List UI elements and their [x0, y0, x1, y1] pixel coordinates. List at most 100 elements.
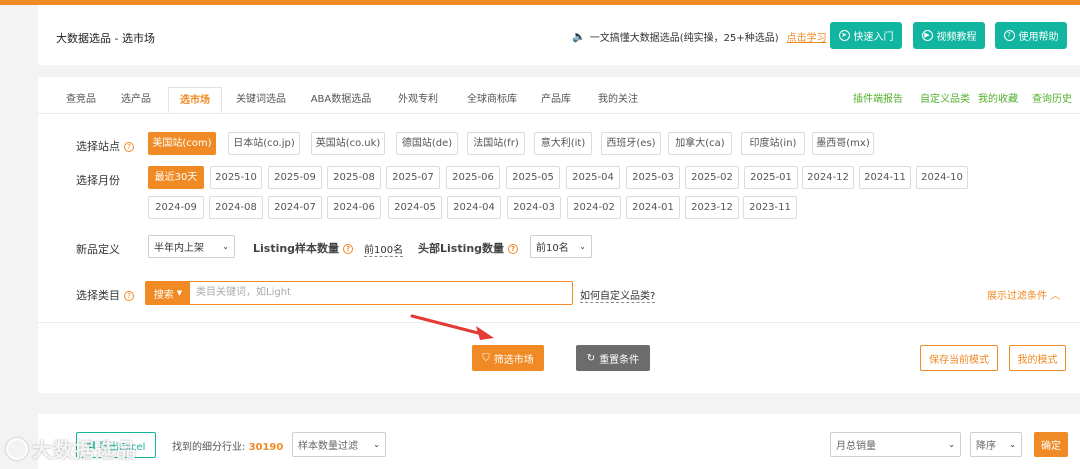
month-chip[interactable]: 2024-06: [327, 196, 381, 219]
filter-icon: ⛉: [482, 352, 490, 364]
month-chip[interactable]: 2025-10: [210, 166, 262, 189]
notice-banner: 🔈 一文搞懂大数据选品(纯实操，25+种选品) 点击学习: [572, 29, 827, 44]
month-chip[interactable]: 2024-08: [209, 196, 263, 219]
month-chip[interactable]: 2024-12: [802, 166, 854, 189]
filter-panel: 查竞品 选产品 选市场 关键词选品 ABA数据选品 外观专利 全球商标库 产品库…: [38, 77, 1080, 393]
watermark: 大数据选品: [6, 434, 137, 463]
compass-icon: ➤: [838, 30, 850, 41]
sort-field-select[interactable]: 月总销量 ⌄: [830, 432, 961, 457]
tab-design-patent[interactable]: 外观专利: [393, 87, 443, 113]
chevron-down-icon: ⌄: [948, 440, 955, 449]
site-chip[interactable]: 意大利(it): [534, 132, 592, 155]
month-chip[interactable]: 2025-07: [386, 166, 440, 189]
filter-market-button[interactable]: ⛉ 筛选市场: [472, 345, 544, 371]
month-chip[interactable]: 2024-04: [447, 196, 501, 219]
notice-learn-link[interactable]: 点击学习: [787, 29, 827, 44]
listing-sample-label: Listing样本数量?: [253, 240, 354, 256]
chevron-down-icon: ⌄: [373, 440, 380, 449]
play-icon: ▶: [921, 30, 933, 41]
found-count-text: 找到的细分行业: 30190: [172, 442, 284, 453]
help-button[interactable]: ? 使用帮助: [995, 22, 1067, 49]
month-chip[interactable]: 2024-09: [148, 196, 204, 219]
expand-filters-toggle[interactable]: 展示过滤条件 ︿: [987, 287, 1060, 302]
watermark-logo-icon: [6, 437, 28, 460]
confirm-button[interactable]: 确定: [1034, 432, 1068, 457]
help-icon: ?: [343, 244, 354, 254]
site-chip[interactable]: 墨西哥(mx): [812, 132, 874, 155]
my-favorites-link[interactable]: 我的收藏: [978, 87, 1018, 113]
month-chip[interactable]: 2025-01: [744, 166, 798, 189]
listing-sample-value[interactable]: 前100名: [364, 241, 404, 257]
search-type-button[interactable]: 搜索 ▼: [146, 282, 190, 304]
month-chip[interactable]: 2023-12: [685, 196, 739, 219]
month-chip[interactable]: 2024-05: [388, 196, 442, 219]
tabs-divider: [38, 113, 1080, 114]
month-label: 选择月份: [76, 174, 120, 187]
month-chip[interactable]: 2025-09: [268, 166, 322, 189]
month-chip[interactable]: 2024-03: [507, 196, 561, 219]
month-chip[interactable]: 2024-02: [567, 196, 621, 219]
reset-button[interactable]: ↻ 重置条件: [576, 345, 650, 371]
sample-filter-select[interactable]: 样本数量过滤 ⌄: [292, 432, 386, 457]
video-tutorial-button[interactable]: ▶ 视频教程: [913, 22, 985, 49]
month-chip[interactable]: 2023-11: [743, 196, 797, 219]
month-chip[interactable]: 2025-03: [626, 166, 680, 189]
tab-product-library[interactable]: 产品库: [535, 87, 577, 113]
month-chip[interactable]: 2024-10: [916, 166, 968, 189]
help-icon: ?: [124, 142, 134, 152]
month-chip[interactable]: 最近30天: [148, 166, 204, 189]
quick-start-button[interactable]: ➤ 快速入门: [830, 22, 902, 49]
tab-competitor[interactable]: 查竞品: [56, 87, 106, 113]
chevron-down-icon: ⌄: [1009, 440, 1016, 449]
category-label: 选择类目?: [76, 287, 134, 303]
refresh-icon: ↻: [586, 352, 596, 364]
header-panel: 大数据选品 - 选市场 🔈 一文搞懂大数据选品(纯实操，25+种选品) 点击学习…: [38, 5, 1080, 65]
question-icon: ?: [1003, 30, 1015, 41]
new-def-label: 新品定义: [76, 243, 120, 256]
month-chip[interactable]: 2025-05: [506, 166, 560, 189]
custom-category-link[interactable]: 自定义品类: [920, 87, 970, 113]
month-chip[interactable]: 2025-08: [327, 166, 381, 189]
speaker-icon: 🔈: [572, 30, 586, 43]
site-chip[interactable]: 西班牙(es): [601, 132, 661, 155]
month-chip[interactable]: 2024-01: [626, 196, 680, 219]
tab-trademark[interactable]: 全球商标库: [461, 87, 523, 113]
month-chip[interactable]: 2025-06: [446, 166, 500, 189]
results-toolbar: ▦ 导出Excel 找到的细分行业: 30190 样本数量过滤 ⌄ 月总销量 ⌄ 降序…: [38, 414, 1080, 469]
custom-category-help-link[interactable]: 如何自定义品类?: [580, 287, 656, 303]
top-listing-select[interactable]: 前10名 ⌄: [530, 235, 592, 258]
site-chip[interactable]: 法国站(fr): [467, 132, 525, 155]
chevron-down-icon: ⌄: [222, 242, 229, 251]
new-def-select[interactable]: 半年内上架 ⌄: [148, 235, 235, 258]
tab-my-follow[interactable]: 我的关注: [593, 87, 643, 113]
site-chip[interactable]: 加拿大(ca): [668, 132, 732, 155]
tab-keyword[interactable]: 关键词选品: [230, 87, 292, 113]
notice-text: 一文搞懂大数据选品(纯实操，25+种选品): [589, 33, 779, 44]
help-icon: ?: [124, 291, 134, 301]
month-chip[interactable]: 2024-11: [859, 166, 911, 189]
site-chip[interactable]: 英国站(co.uk): [311, 132, 385, 155]
tab-aba[interactable]: ABA数据选品: [306, 87, 376, 113]
query-history-link[interactable]: 查询历史: [1032, 87, 1072, 113]
save-mode-button[interactable]: 保存当前模式: [920, 345, 998, 371]
sort-order-select[interactable]: 降序 ⌄: [970, 432, 1022, 457]
category-search-input[interactable]: 类目关键词，如Light: [196, 282, 291, 304]
help-icon: ?: [508, 244, 519, 254]
chevron-down-icon: ▼: [176, 289, 183, 297]
site-chip[interactable]: 印度站(in): [741, 132, 805, 155]
section-divider: [38, 322, 1080, 323]
chevron-down-icon: ⌄: [579, 242, 586, 251]
month-chip[interactable]: 2025-04: [566, 166, 620, 189]
app-title: 大数据选品 - 选市场: [56, 32, 155, 45]
month-chip[interactable]: 2025-02: [685, 166, 739, 189]
site-chip[interactable]: 日本站(co.jp): [228, 132, 300, 155]
tab-market[interactable]: 选市场: [168, 87, 222, 113]
month-chip[interactable]: 2024-07: [268, 196, 322, 219]
top-listing-label: 头部Listing数量?: [418, 240, 519, 256]
site-chip[interactable]: 德国站(de): [396, 132, 458, 155]
site-chip[interactable]: 美国站(com): [148, 132, 216, 155]
plugin-report-link[interactable]: 插件端报告: [853, 87, 903, 113]
nav-tabs: 查竞品 选产品 选市场 关键词选品 ABA数据选品 外观专利 全球商标库 产品库…: [38, 87, 1080, 113]
tab-product[interactable]: 选产品: [112, 87, 160, 113]
my-mode-button[interactable]: 我的模式: [1009, 345, 1066, 371]
